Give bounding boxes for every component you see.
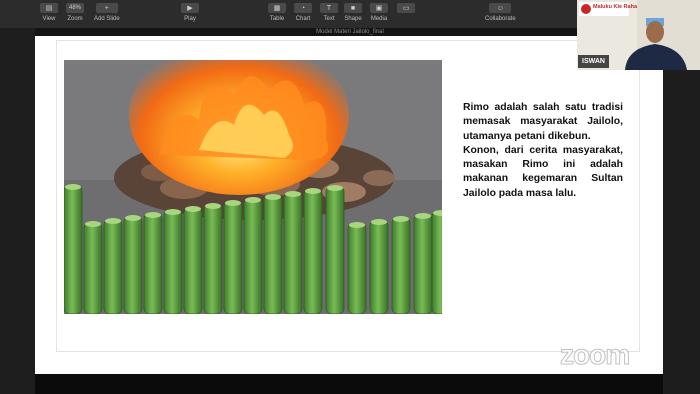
- table-label: Table: [269, 16, 285, 22]
- view-button[interactable]: ▤ View: [40, 3, 58, 22]
- participant-banner: Maluku Kie Raha: [593, 4, 638, 10]
- text-label: Text: [323, 16, 335, 22]
- left-panel: [0, 28, 35, 394]
- play-button[interactable]: ▶ Play: [181, 3, 199, 22]
- right-panel: [663, 70, 700, 394]
- table-icon: ▦: [268, 3, 286, 13]
- slide-paragraph-2: Konon, dari cerita masyarakat, masakan R…: [463, 144, 623, 199]
- add-slide-label: Add Slide: [94, 16, 120, 22]
- collaborate-button[interactable]: ☺ Collaborate: [485, 3, 516, 22]
- chart-icon: ◔: [294, 3, 312, 13]
- zoom-label: Zoom: [67, 16, 83, 22]
- play-label: Play: [184, 16, 196, 22]
- media-label: Media: [370, 16, 388, 22]
- chart-label: Chart: [295, 16, 311, 22]
- shape-icon: ■: [344, 3, 362, 13]
- zoom-menu[interactable]: 48% Zoom: [66, 3, 84, 22]
- collaborate-icon: ☺: [489, 3, 512, 13]
- collaborate-label: Collaborate: [485, 16, 516, 22]
- text-icon: T: [320, 3, 338, 13]
- slide-paragraph-1: Rimo adalah salah satu tradisi memasak m…: [463, 102, 623, 142]
- media-icon: ▣: [370, 3, 388, 13]
- rimo-cooking-illustration: [64, 60, 442, 314]
- chart-button[interactable]: ◔ Chart: [294, 3, 312, 22]
- shape-button[interactable]: ■ Shape: [344, 3, 362, 22]
- participant-name: ISWAN: [578, 55, 609, 68]
- rimo-photo[interactable]: [64, 60, 442, 314]
- table-button[interactable]: ▦ Table: [268, 3, 286, 22]
- view-icon: ▤: [40, 3, 58, 13]
- zoom-value: 48%: [66, 3, 84, 13]
- comment-button[interactable]: ▭: [397, 3, 415, 16]
- plus-icon: +: [95, 3, 118, 13]
- add-slide-button[interactable]: + Add Slide: [94, 3, 120, 22]
- media-button[interactable]: ▣ Media: [370, 3, 388, 22]
- zoom-watermark: zoom: [559, 339, 630, 371]
- participant-video-tile[interactable]: Maluku Kie Raha ISWAN: [577, 0, 700, 70]
- shape-label: Shape: [344, 16, 362, 22]
- comment-icon: ▭: [397, 3, 415, 13]
- text-button[interactable]: T Text: [320, 3, 338, 22]
- slide-canvas: Rimo adalah salah satu tradisi memasak m…: [35, 36, 663, 374]
- slide-text-box[interactable]: Rimo adalah salah satu tradisi memasak m…: [463, 101, 623, 201]
- play-icon: ▶: [181, 3, 199, 13]
- slide[interactable]: Rimo adalah salah satu tradisi memasak m…: [56, 40, 640, 352]
- bottom-bar: [35, 374, 663, 394]
- view-label: View: [42, 16, 56, 22]
